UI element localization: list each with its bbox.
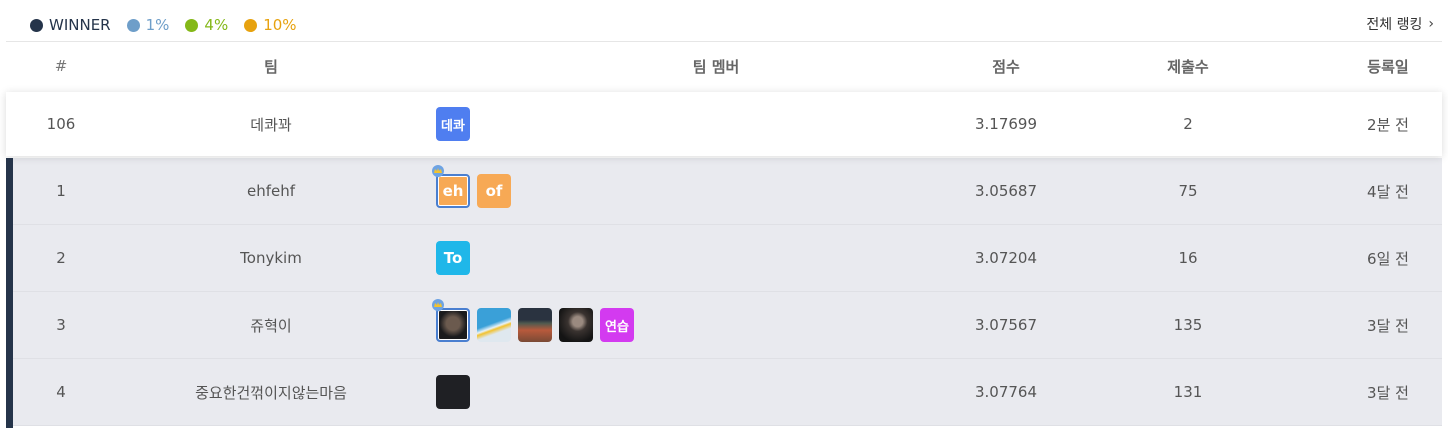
- legend-4pct: 4%: [185, 16, 228, 34]
- legend-10pct: 10%: [244, 16, 297, 34]
- rank: 2: [56, 249, 66, 267]
- team-name[interactable]: 중요한건꺾이지않는마음: [136, 382, 406, 403]
- 4pct-dot: [185, 18, 199, 32]
- team-members: To: [436, 241, 477, 275]
- 1pct-dot: [126, 18, 140, 32]
- table-row[interactable]: 2 Tonykim To 3.07204 16 6일 전: [6, 225, 1442, 292]
- team-members: 연습: [432, 299, 641, 342]
- registered-date: 6일 전: [1367, 249, 1409, 268]
- submissions: 16: [1178, 249, 1198, 267]
- col-members: 팀 멤버: [692, 57, 740, 76]
- legend-1pct-label: 1%: [145, 16, 170, 34]
- team-members: eh of: [432, 165, 518, 208]
- member-avatar[interactable]: 연습: [600, 308, 634, 342]
- member-avatar[interactable]: of: [477, 174, 511, 208]
- submissions: 2: [1183, 115, 1193, 133]
- chevron-right-icon: ›: [1428, 16, 1434, 32]
- my-team-row[interactable]: 106 데콰꽈 데콰 3.17699 2 2분 전: [6, 92, 1442, 156]
- team-name[interactable]: ehfehf: [136, 182, 406, 200]
- score: 3.07204: [974, 249, 1038, 267]
- rank: 3: [56, 316, 66, 334]
- registered-date: 4달 전: [1367, 182, 1409, 201]
- legend-1pct: 1%: [126, 16, 170, 34]
- member-photo-avatar[interactable]: [559, 308, 593, 342]
- winner-bar: [6, 158, 13, 428]
- member-photo-avatar[interactable]: [436, 308, 470, 342]
- member-avatar[interactable]: To: [436, 241, 470, 275]
- table-header: # 팀 팀 멤버 점수 제출수 등록일: [6, 42, 1442, 90]
- 10pct-dot: [244, 18, 258, 32]
- table-row[interactable]: 1 ehfehf eh of 3.05687 75 4달 전: [6, 158, 1442, 225]
- col-num: #: [54, 57, 68, 75]
- crown-icon: [432, 299, 444, 311]
- registered-date: 3달 전: [1367, 383, 1409, 402]
- submissions: 75: [1178, 182, 1198, 200]
- legend-winner: WINNER: [30, 16, 111, 34]
- all-ranking-link[interactable]: 전체 랭킹 ›: [1366, 14, 1434, 34]
- score: 3.05687: [974, 182, 1038, 200]
- legend-winner-label: WINNER: [49, 16, 111, 34]
- team-members: 데콰: [436, 107, 477, 141]
- member-photo-avatar[interactable]: [518, 308, 552, 342]
- score: 3.07567: [974, 316, 1038, 334]
- member-avatar[interactable]: 데콰: [436, 107, 470, 141]
- rank: 106: [46, 115, 76, 133]
- legend: WINNER 1% 4% 10%: [30, 14, 313, 36]
- rank: 4: [56, 383, 66, 401]
- rank: 1: [56, 182, 66, 200]
- table-row[interactable]: 3 쥬혁이 연습 3.07567 135 3달 전: [6, 292, 1442, 359]
- team-name[interactable]: Tonykim: [136, 249, 406, 267]
- member-photo-avatar[interactable]: [436, 375, 470, 409]
- crown-icon: [432, 165, 444, 177]
- col-score: 점수: [992, 57, 1020, 76]
- legend-4pct-label: 4%: [204, 16, 229, 34]
- team-name[interactable]: 데콰꽈: [136, 114, 406, 135]
- member-photo-avatar[interactable]: [477, 308, 511, 342]
- winner-dot: [30, 18, 43, 32]
- table-row[interactable]: 4 중요한건꺾이지않는마음 3.07764 131 3달 전: [6, 359, 1442, 426]
- col-submissions: 제출수: [1167, 57, 1209, 76]
- score: 3.07764: [974, 383, 1038, 401]
- registered-date: 2분 전: [1367, 115, 1409, 134]
- submissions: 131: [1173, 383, 1203, 401]
- submissions: 135: [1173, 316, 1203, 334]
- member-avatar[interactable]: eh: [436, 174, 470, 208]
- score: 3.17699: [974, 115, 1038, 133]
- legend-10pct-label: 10%: [263, 16, 297, 34]
- all-ranking-label[interactable]: 전체 랭킹: [1366, 14, 1422, 34]
- team-name[interactable]: 쥬혁이: [136, 315, 406, 336]
- col-registered: 등록일: [1367, 57, 1409, 76]
- registered-date: 3달 전: [1367, 316, 1409, 335]
- col-team: 팀: [264, 57, 278, 76]
- team-members: [436, 375, 477, 409]
